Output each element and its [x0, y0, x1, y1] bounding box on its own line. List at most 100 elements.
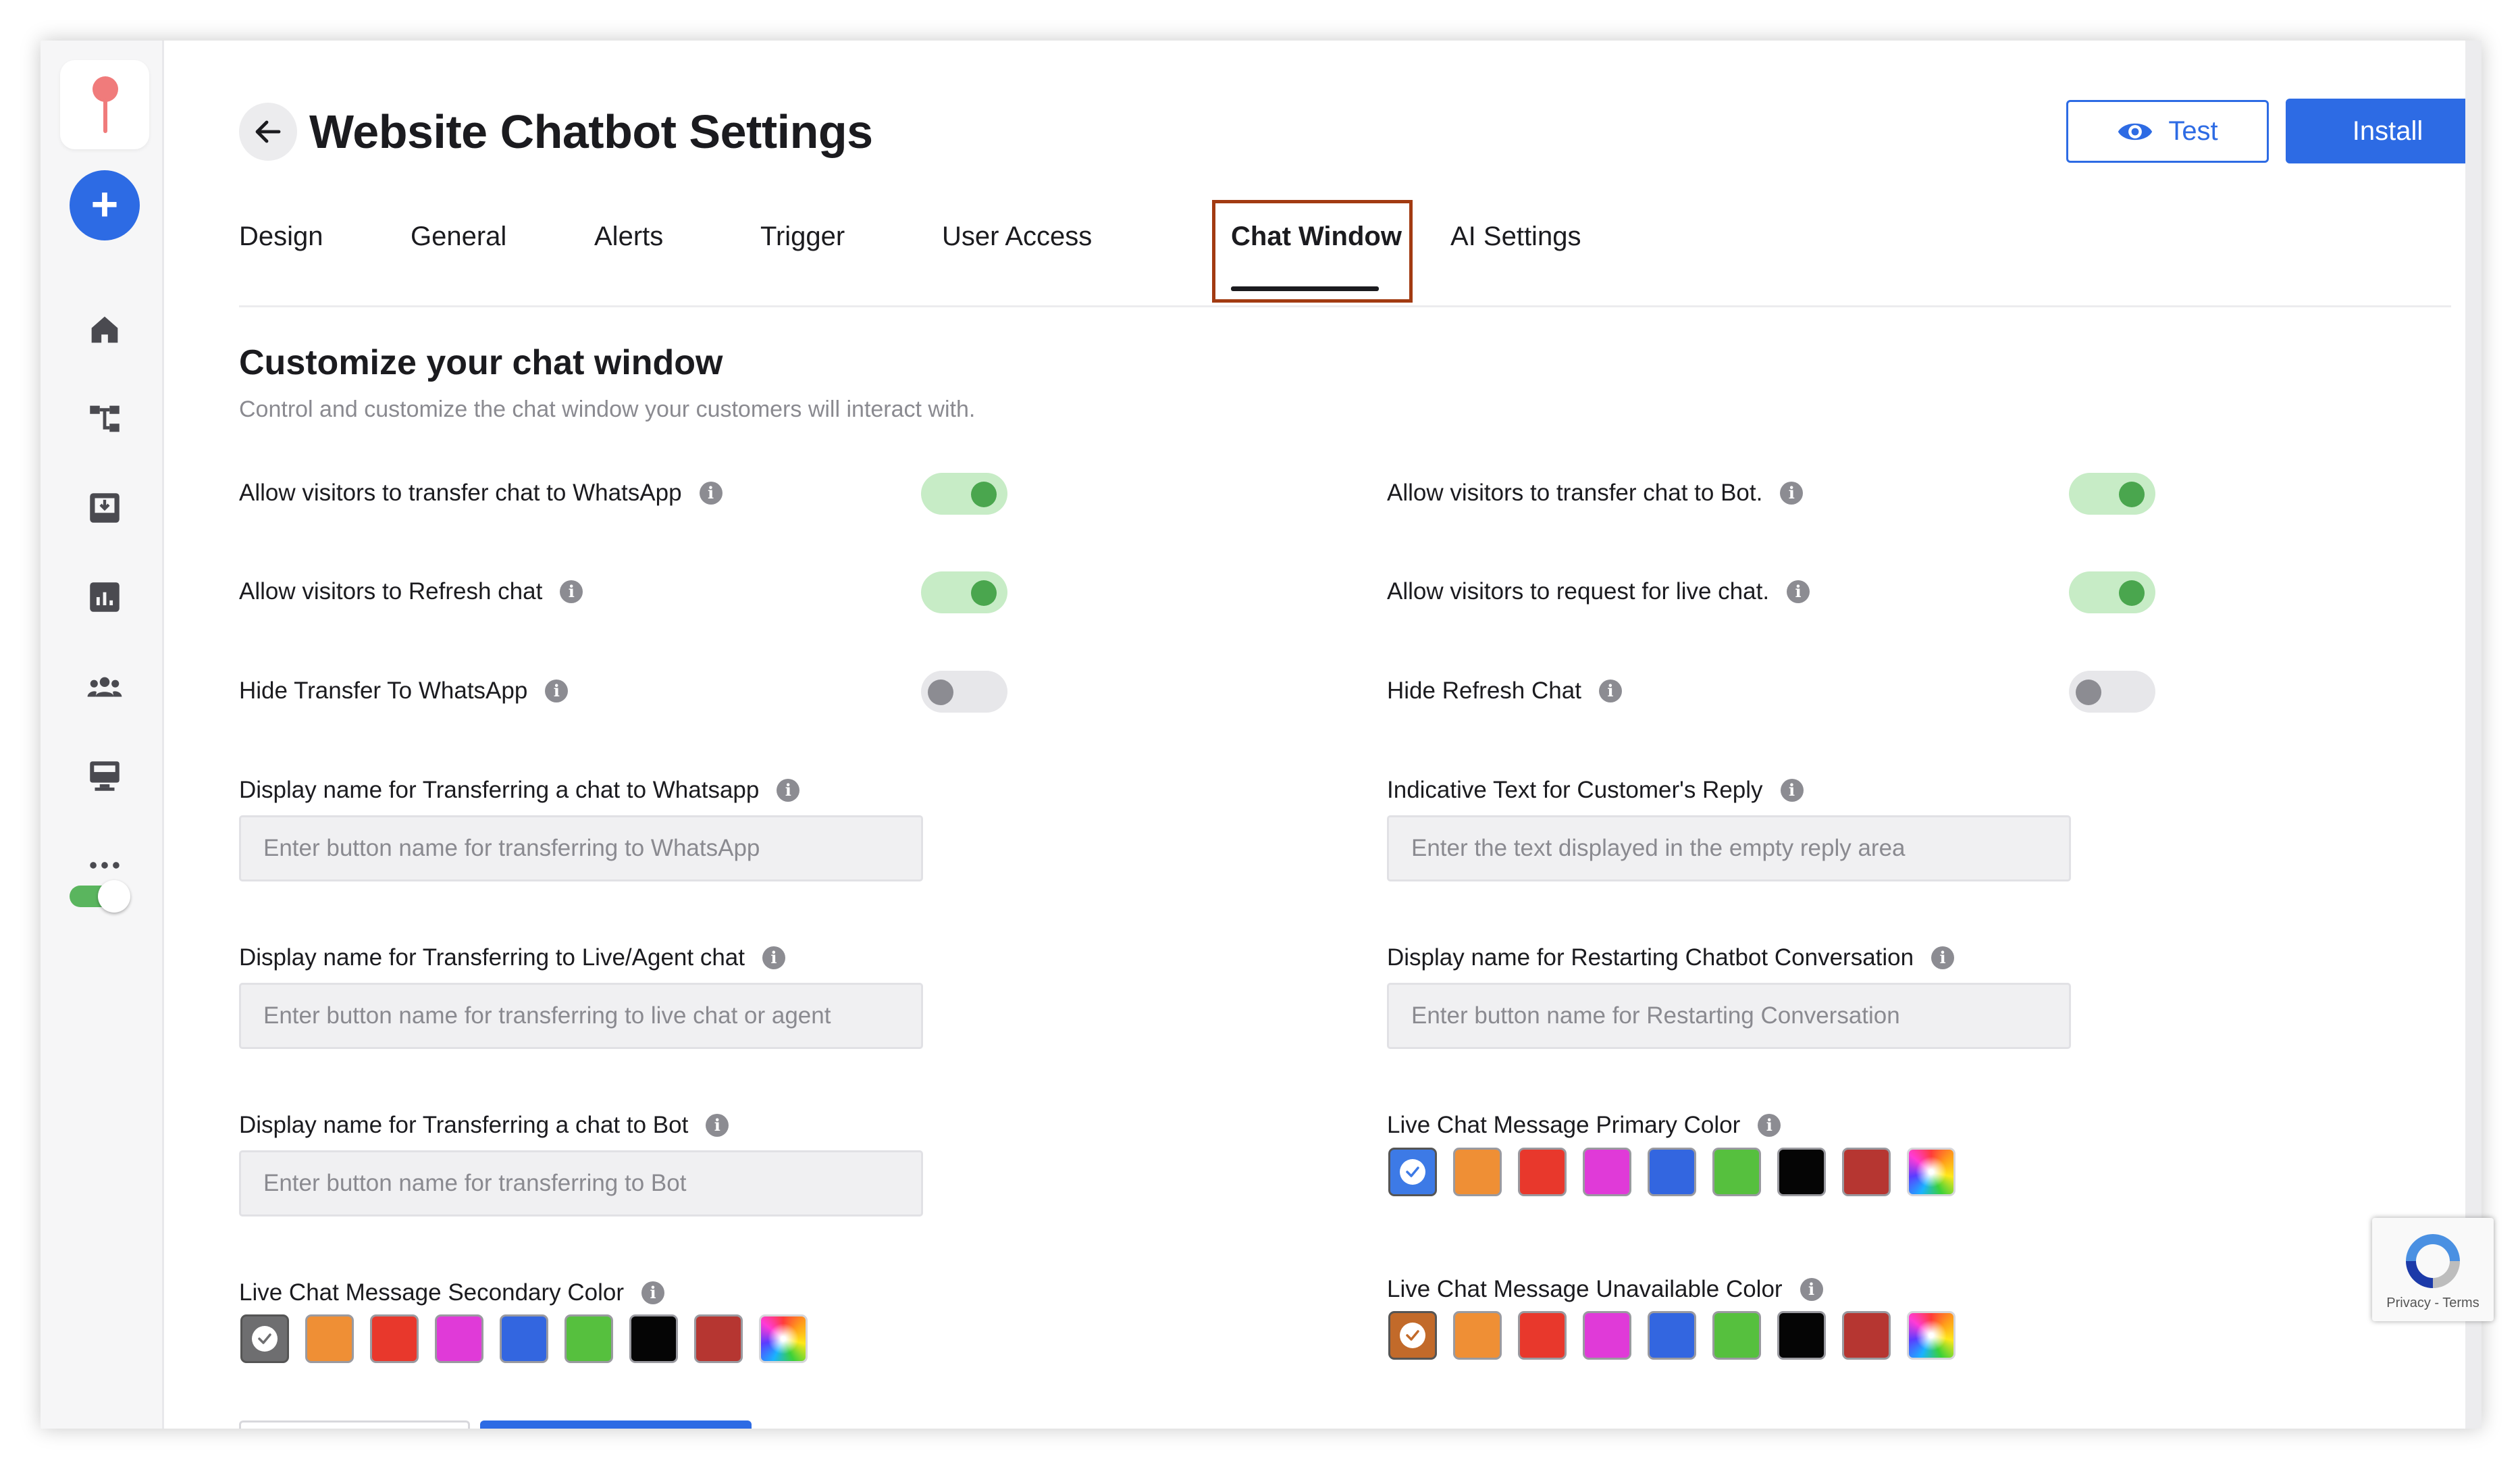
color-swatch[interactable]: [629, 1314, 678, 1363]
color-swatch[interactable]: [370, 1314, 419, 1363]
more-icon[interactable]: [85, 846, 124, 885]
input-label-text: Display name for Transferring to Live/Ag…: [239, 944, 745, 971]
active-tab-indicator: [1231, 286, 1379, 291]
input-label-text: Display name for Transferring a chat to …: [239, 777, 760, 803]
color-swatch[interactable]: [1712, 1148, 1761, 1196]
color-swatch[interactable]: [500, 1314, 548, 1363]
color-swatch[interactable]: [305, 1314, 354, 1363]
tab-design[interactable]: Design: [239, 209, 323, 305]
color-swatch[interactable]: [1648, 1148, 1696, 1196]
color-swatch[interactable]: [1453, 1148, 1502, 1196]
tab-ai-settings[interactable]: AI Settings: [1450, 209, 1581, 305]
color-swatch[interactable]: [240, 1314, 289, 1363]
input-label-text: Indicative Text for Customer's Reply: [1387, 777, 1763, 803]
test-button[interactable]: Test: [2066, 100, 2269, 163]
toggle-hide-transfer-whatsapp[interactable]: [921, 671, 1007, 713]
tab-general[interactable]: General: [411, 209, 506, 305]
color-swatch[interactable]: [1842, 1311, 1891, 1360]
info-icon[interactable]: i: [545, 680, 569, 702]
color-swatch[interactable]: [1518, 1148, 1567, 1196]
flow-icon[interactable]: [85, 399, 124, 438]
live-agent-transfer-name-input[interactable]: [239, 983, 923, 1049]
color-swatch[interactable]: [1712, 1311, 1761, 1360]
toggle-refresh-chat[interactable]: [921, 571, 1007, 613]
info-icon[interactable]: i: [762, 946, 785, 969]
team-icon[interactable]: [85, 667, 124, 707]
info-icon[interactable]: i: [777, 779, 800, 802]
primary-color-swatches: [1388, 1148, 1955, 1196]
back-button[interactable]: [239, 103, 297, 161]
toggle-label-hide-refresh-chat: Hide Refresh Chat i: [1387, 675, 1622, 707]
color-swatch[interactable]: [1583, 1148, 1631, 1196]
color-swatch[interactable]: [1648, 1311, 1696, 1360]
home-icon[interactable]: [85, 310, 124, 349]
info-icon[interactable]: i: [706, 1114, 729, 1137]
recaptcha-badge[interactable]: Privacy - Terms: [2372, 1218, 2494, 1321]
custom-color-picker-icon[interactable]: [1907, 1311, 1955, 1360]
info-icon[interactable]: i: [1780, 779, 1804, 802]
color-swatch[interactable]: [565, 1314, 613, 1363]
color-label-text: Live Chat Message Secondary Color: [239, 1279, 625, 1306]
color-label-primary: Live Chat Message Primary Color i: [1387, 1109, 1781, 1142]
info-icon[interactable]: i: [1780, 482, 1804, 505]
info-icon[interactable]: i: [699, 482, 723, 505]
recaptcha-text: Privacy - Terms: [2386, 1296, 2479, 1310]
color-swatch[interactable]: [1777, 1148, 1826, 1196]
section-subtitle: Control and customize the chat window yo…: [239, 396, 976, 422]
info-icon[interactable]: i: [1758, 1114, 1781, 1137]
check-icon: [252, 1326, 278, 1352]
custom-color-picker-icon[interactable]: [1907, 1148, 1955, 1196]
restart-conversation-name-input[interactable]: [1387, 983, 2071, 1049]
toggle-label-text: Allow visitors to transfer chat to Whats…: [239, 480, 682, 506]
info-icon[interactable]: i: [1787, 580, 1810, 603]
status-toggle[interactable]: [70, 880, 132, 913]
toggle-request-live-chat[interactable]: [2069, 571, 2155, 613]
color-swatch[interactable]: [435, 1314, 483, 1363]
input-label-bot-transfer-name: Display name for Transferring a chat to …: [239, 1109, 729, 1142]
whatsapp-transfer-name-input[interactable]: [239, 815, 923, 881]
main-content: Website Chatbot Settings Test Install De…: [164, 41, 2482, 1429]
logo-pin-icon[interactable]: [60, 60, 149, 149]
inbox-icon[interactable]: [85, 488, 124, 528]
toggle-transfer-bot[interactable]: [2069, 473, 2155, 515]
color-label-unavailable: Live Chat Message Unavailable Color i: [1387, 1273, 1823, 1306]
customer-reply-text-input[interactable]: [1387, 815, 2071, 881]
input-label-restart-conversation: Display name for Restarting Chatbot Conv…: [1387, 942, 1955, 974]
toggle-hide-refresh-chat[interactable]: [2069, 671, 2155, 713]
info-icon[interactable]: i: [1800, 1278, 1823, 1301]
toggle-label-refresh-chat: Allow visitors to Refresh chat i: [239, 575, 583, 608]
tab-user-access[interactable]: User Access: [942, 209, 1092, 305]
sidebar: +: [41, 41, 164, 1429]
tab-alerts[interactable]: Alerts: [594, 209, 663, 305]
color-swatch[interactable]: [1777, 1311, 1826, 1360]
plus-icon[interactable]: +: [70, 170, 140, 240]
info-icon[interactable]: i: [1598, 680, 1622, 702]
input-label-live-agent-name: Display name for Transferring to Live/Ag…: [239, 942, 785, 974]
secondary-action-button[interactable]: [239, 1420, 470, 1429]
color-swatch[interactable]: [1518, 1311, 1567, 1360]
monitor-icon[interactable]: [85, 757, 124, 796]
bot-transfer-name-input[interactable]: [239, 1150, 923, 1217]
info-icon[interactable]: i: [641, 1281, 665, 1304]
color-swatch[interactable]: [1453, 1311, 1502, 1360]
info-icon[interactable]: i: [1931, 946, 1955, 969]
recaptcha-icon: [2406, 1234, 2460, 1288]
color-swatch[interactable]: [694, 1314, 743, 1363]
toggle-label-text: Allow visitors to request for live chat.: [1387, 578, 1770, 605]
install-button[interactable]: Install: [2286, 99, 2482, 163]
color-swatch[interactable]: [1842, 1148, 1891, 1196]
primary-action-button[interactable]: [480, 1420, 752, 1429]
info-icon[interactable]: i: [560, 580, 583, 603]
input-label-text: Display name for Transferring a chat to …: [239, 1112, 689, 1138]
analytics-icon[interactable]: [85, 578, 124, 617]
color-swatch[interactable]: [1388, 1311, 1437, 1360]
tab-trigger[interactable]: Trigger: [760, 209, 845, 305]
unavailable-color-swatches: [1388, 1311, 1955, 1360]
color-label-text: Live Chat Message Unavailable Color: [1387, 1276, 1783, 1302]
color-swatch[interactable]: [1583, 1311, 1631, 1360]
check-icon: [1400, 1323, 1425, 1348]
toggle-transfer-whatsapp[interactable]: [921, 473, 1007, 515]
test-button-label: Test: [2168, 116, 2218, 146]
color-swatch[interactable]: [1388, 1148, 1437, 1196]
custom-color-picker-icon[interactable]: [759, 1314, 808, 1363]
